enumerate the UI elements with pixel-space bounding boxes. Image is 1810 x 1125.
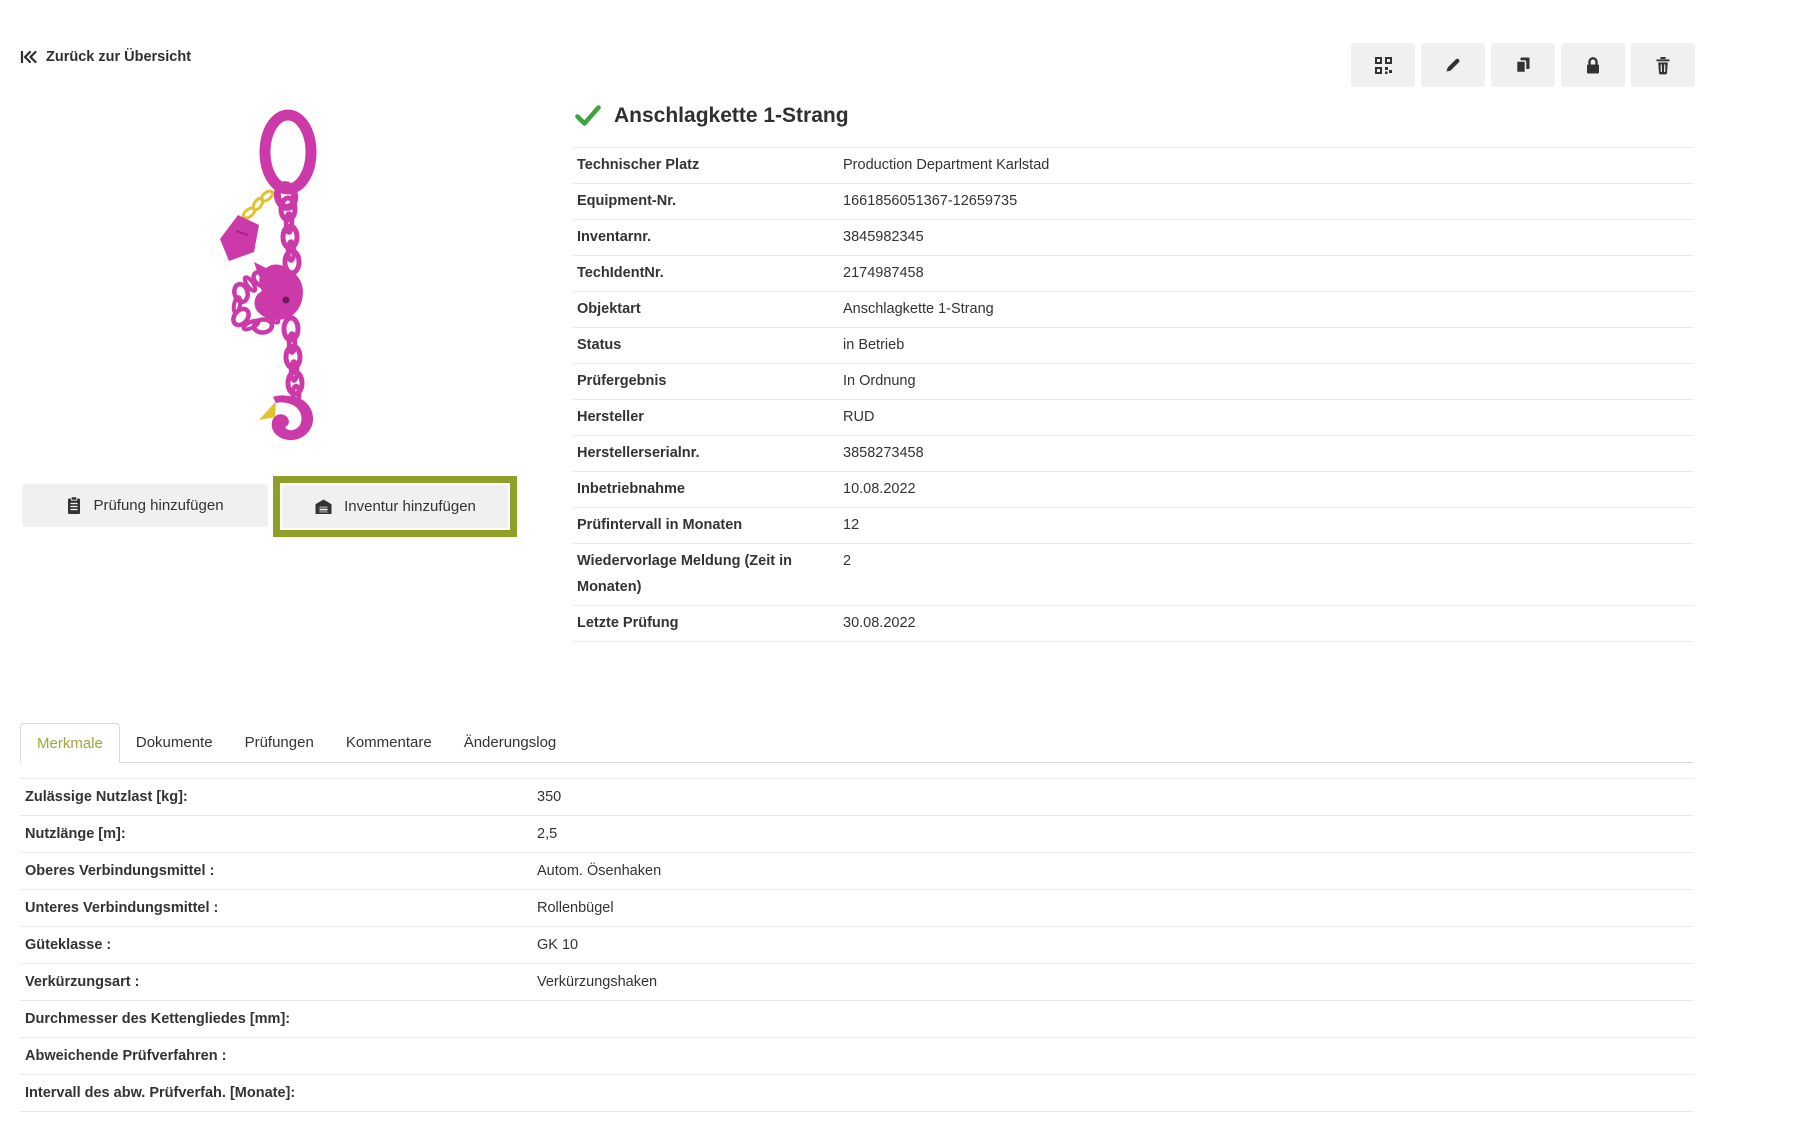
tab-bar: MerkmaleDokumentePrüfungenKommentareÄnde…	[20, 723, 1693, 763]
detail-panel: Anschlagkette 1-Strang Technischer Platz…	[573, 100, 1693, 642]
attr-value: Autom. Ösenhaken	[537, 858, 1693, 884]
detail-row: Prüfintervall in Monaten12	[573, 508, 1693, 544]
tab-dokumente[interactable]: Dokumente	[120, 723, 229, 762]
attr-value: GK 10	[537, 932, 1693, 958]
detail-value: Anschlagkette 1-Strang	[843, 296, 1693, 322]
qr-code-icon	[1374, 56, 1393, 75]
detail-row: Technischer PlatzProduction Department K…	[573, 148, 1693, 184]
copy-button[interactable]	[1491, 43, 1555, 87]
attr-row: Durchmesser des Kettengliedes [mm]:	[20, 1001, 1693, 1038]
attr-value: Verkürzungshaken	[537, 969, 1693, 995]
add-inventory-button[interactable]: Inventur hinzufügen	[282, 485, 508, 528]
detail-label: Inbetriebnahme	[577, 476, 843, 502]
detail-label: Technischer Platz	[577, 152, 843, 178]
detail-value: 30.08.2022	[843, 610, 1693, 636]
attr-row: Verkürzungsart :Verkürzungshaken	[20, 964, 1693, 1001]
attr-row: Zulässige Nutzlast [kg]:350	[20, 779, 1693, 816]
detail-value: RUD	[843, 404, 1693, 430]
lock-button[interactable]	[1561, 43, 1625, 87]
attr-row: Nutzlänge [m]:2,5	[20, 816, 1693, 853]
detail-label: Equipment-Nr.	[577, 188, 843, 214]
add-inspection-button[interactable]: Prüfung hinzufügen	[22, 484, 268, 527]
add-inspection-label: Prüfung hinzufügen	[93, 497, 223, 514]
attr-value: 350	[537, 784, 1693, 810]
qr-code-button[interactable]	[1351, 43, 1415, 87]
detail-label: Inventarnr.	[577, 224, 843, 250]
detail-label: Herstellerserialnr.	[577, 440, 843, 466]
detail-row: ObjektartAnschlagkette 1-Strang	[573, 292, 1693, 328]
tab-merkmale[interactable]: Merkmale	[20, 723, 120, 763]
detail-value: 3845982345	[843, 224, 1693, 250]
detail-label: Prüfintervall in Monaten	[577, 512, 843, 538]
equipment-detail-page: Zurück zur Übersicht	[0, 0, 1810, 1125]
detail-row: Herstellerserialnr.3858273458	[573, 436, 1693, 472]
detail-value: 3858273458	[843, 440, 1693, 466]
detail-value: 12	[843, 512, 1693, 538]
back-label: Zurück zur Übersicht	[46, 49, 191, 65]
attr-label: Abweichende Prüfverfahren :	[25, 1043, 537, 1069]
detail-value: In Ordnung	[843, 368, 1693, 394]
toolbar	[1351, 43, 1695, 87]
detail-label: Prüfergebnis	[577, 368, 843, 394]
detail-row: Equipment-Nr.1661856051367-12659735	[573, 184, 1693, 220]
detail-label: Status	[577, 332, 843, 358]
attribute-table: Zulässige Nutzlast [kg]:350Nutzlänge [m]…	[20, 778, 1693, 1112]
lock-icon	[1584, 56, 1602, 75]
attr-value: 2,5	[537, 821, 1693, 847]
edit-button[interactable]	[1421, 43, 1485, 87]
attr-value: Rollenbügel	[537, 895, 1693, 921]
detail-table: Technischer PlatzProduction Department K…	[573, 147, 1693, 642]
back-icon	[20, 49, 37, 65]
detail-value: in Betrieb	[843, 332, 1693, 358]
detail-value: 10.08.2022	[843, 476, 1693, 502]
detail-label: TechIdentNr.	[577, 260, 843, 286]
detail-label: Hersteller	[577, 404, 843, 430]
attr-label: Güteklasse :	[25, 932, 537, 958]
detail-row: TechIdentNr.2174987458	[573, 256, 1693, 292]
detail-label: Wiedervorlage Meldung (Zeit in Monaten)	[577, 548, 843, 600]
product-image	[212, 103, 337, 443]
pencil-icon	[1444, 56, 1462, 74]
detail-value: 2	[843, 548, 1693, 574]
detail-row: HerstellerRUD	[573, 400, 1693, 436]
detail-label: Objektart	[577, 296, 843, 322]
attr-row: Unteres Verbindungsmittel :Rollenbügel	[20, 890, 1693, 927]
attr-label: Unteres Verbindungsmittel :	[25, 895, 537, 921]
attr-label: Intervall des abw. Prüfverfah. [Monate]:	[25, 1080, 537, 1106]
tab-prufungen[interactable]: Prüfungen	[229, 723, 330, 762]
title-row: Anschlagkette 1-Strang	[573, 100, 1693, 132]
highlight-box: Inventur hinzufügen	[273, 476, 517, 537]
trash-icon	[1654, 56, 1672, 75]
detail-row: Wiedervorlage Meldung (Zeit in Monaten)2	[573, 544, 1693, 606]
attr-label: Durchmesser des Kettengliedes [mm]:	[25, 1006, 537, 1032]
attr-row: Abweichende Prüfverfahren :	[20, 1038, 1693, 1075]
inventory-garage-icon	[314, 498, 333, 515]
detail-row: Letzte Prüfung30.08.2022	[573, 606, 1693, 641]
attr-label: Verkürzungsart :	[25, 969, 537, 995]
attr-row: Oberes Verbindungsmittel :Autom. Ösenhak…	[20, 853, 1693, 890]
page-title: Anschlagkette 1-Strang	[614, 104, 849, 128]
copy-icon	[1514, 56, 1532, 74]
tab-anderungslog[interactable]: Änderungslog	[448, 723, 573, 762]
detail-value: 1661856051367-12659735	[843, 188, 1693, 214]
delete-button[interactable]	[1631, 43, 1695, 87]
add-inventory-label: Inventur hinzufügen	[344, 498, 476, 515]
clipboard-icon	[66, 496, 82, 515]
detail-row: PrüfergebnisIn Ordnung	[573, 364, 1693, 400]
detail-label: Letzte Prüfung	[577, 610, 843, 636]
attr-row: Intervall des abw. Prüfverfah. [Monate]:	[20, 1075, 1693, 1112]
detail-row: Inventarnr.3845982345	[573, 220, 1693, 256]
chain-illustration	[212, 103, 337, 443]
attr-label: Oberes Verbindungsmittel :	[25, 858, 537, 884]
status-ok-icon	[575, 105, 601, 127]
detail-row: Statusin Betrieb	[573, 328, 1693, 364]
detail-value: Production Department Karlstad	[843, 152, 1693, 178]
detail-value: 2174987458	[843, 260, 1693, 286]
back-link[interactable]: Zurück zur Übersicht	[20, 49, 191, 65]
attr-label: Zulässige Nutzlast [kg]:	[25, 784, 537, 810]
detail-row: Inbetriebnahme10.08.2022	[573, 472, 1693, 508]
attr-label: Nutzlänge [m]:	[25, 821, 537, 847]
attr-row: Güteklasse :GK 10	[20, 927, 1693, 964]
tab-kommentare[interactable]: Kommentare	[330, 723, 448, 762]
